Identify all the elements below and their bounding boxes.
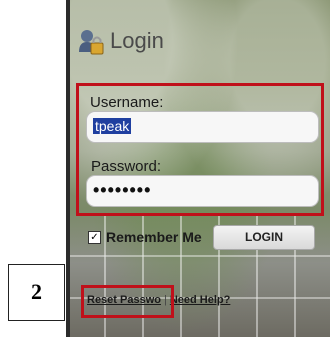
user-lock-icon <box>79 30 104 55</box>
step-number-box: 2 <box>8 264 65 321</box>
username-value: tpeak <box>93 118 132 134</box>
password-label: Password: <box>91 158 162 175</box>
username-label: Username: <box>90 94 164 111</box>
login-title: Login <box>110 28 164 53</box>
password-input[interactable]: •••••••• <box>86 175 319 207</box>
remember-me-label: Remember Me <box>106 229 202 245</box>
reset-password-highlight-box <box>81 285 174 318</box>
remember-me-checkbox[interactable]: ✓ <box>88 231 101 244</box>
password-value: •••••••• <box>93 180 152 200</box>
need-help-link[interactable]: Need Help? <box>170 294 231 306</box>
login-button[interactable]: LOGIN <box>213 225 315 250</box>
step-number: 2 <box>31 279 42 304</box>
username-input[interactable]: tpeak <box>86 111 319 143</box>
